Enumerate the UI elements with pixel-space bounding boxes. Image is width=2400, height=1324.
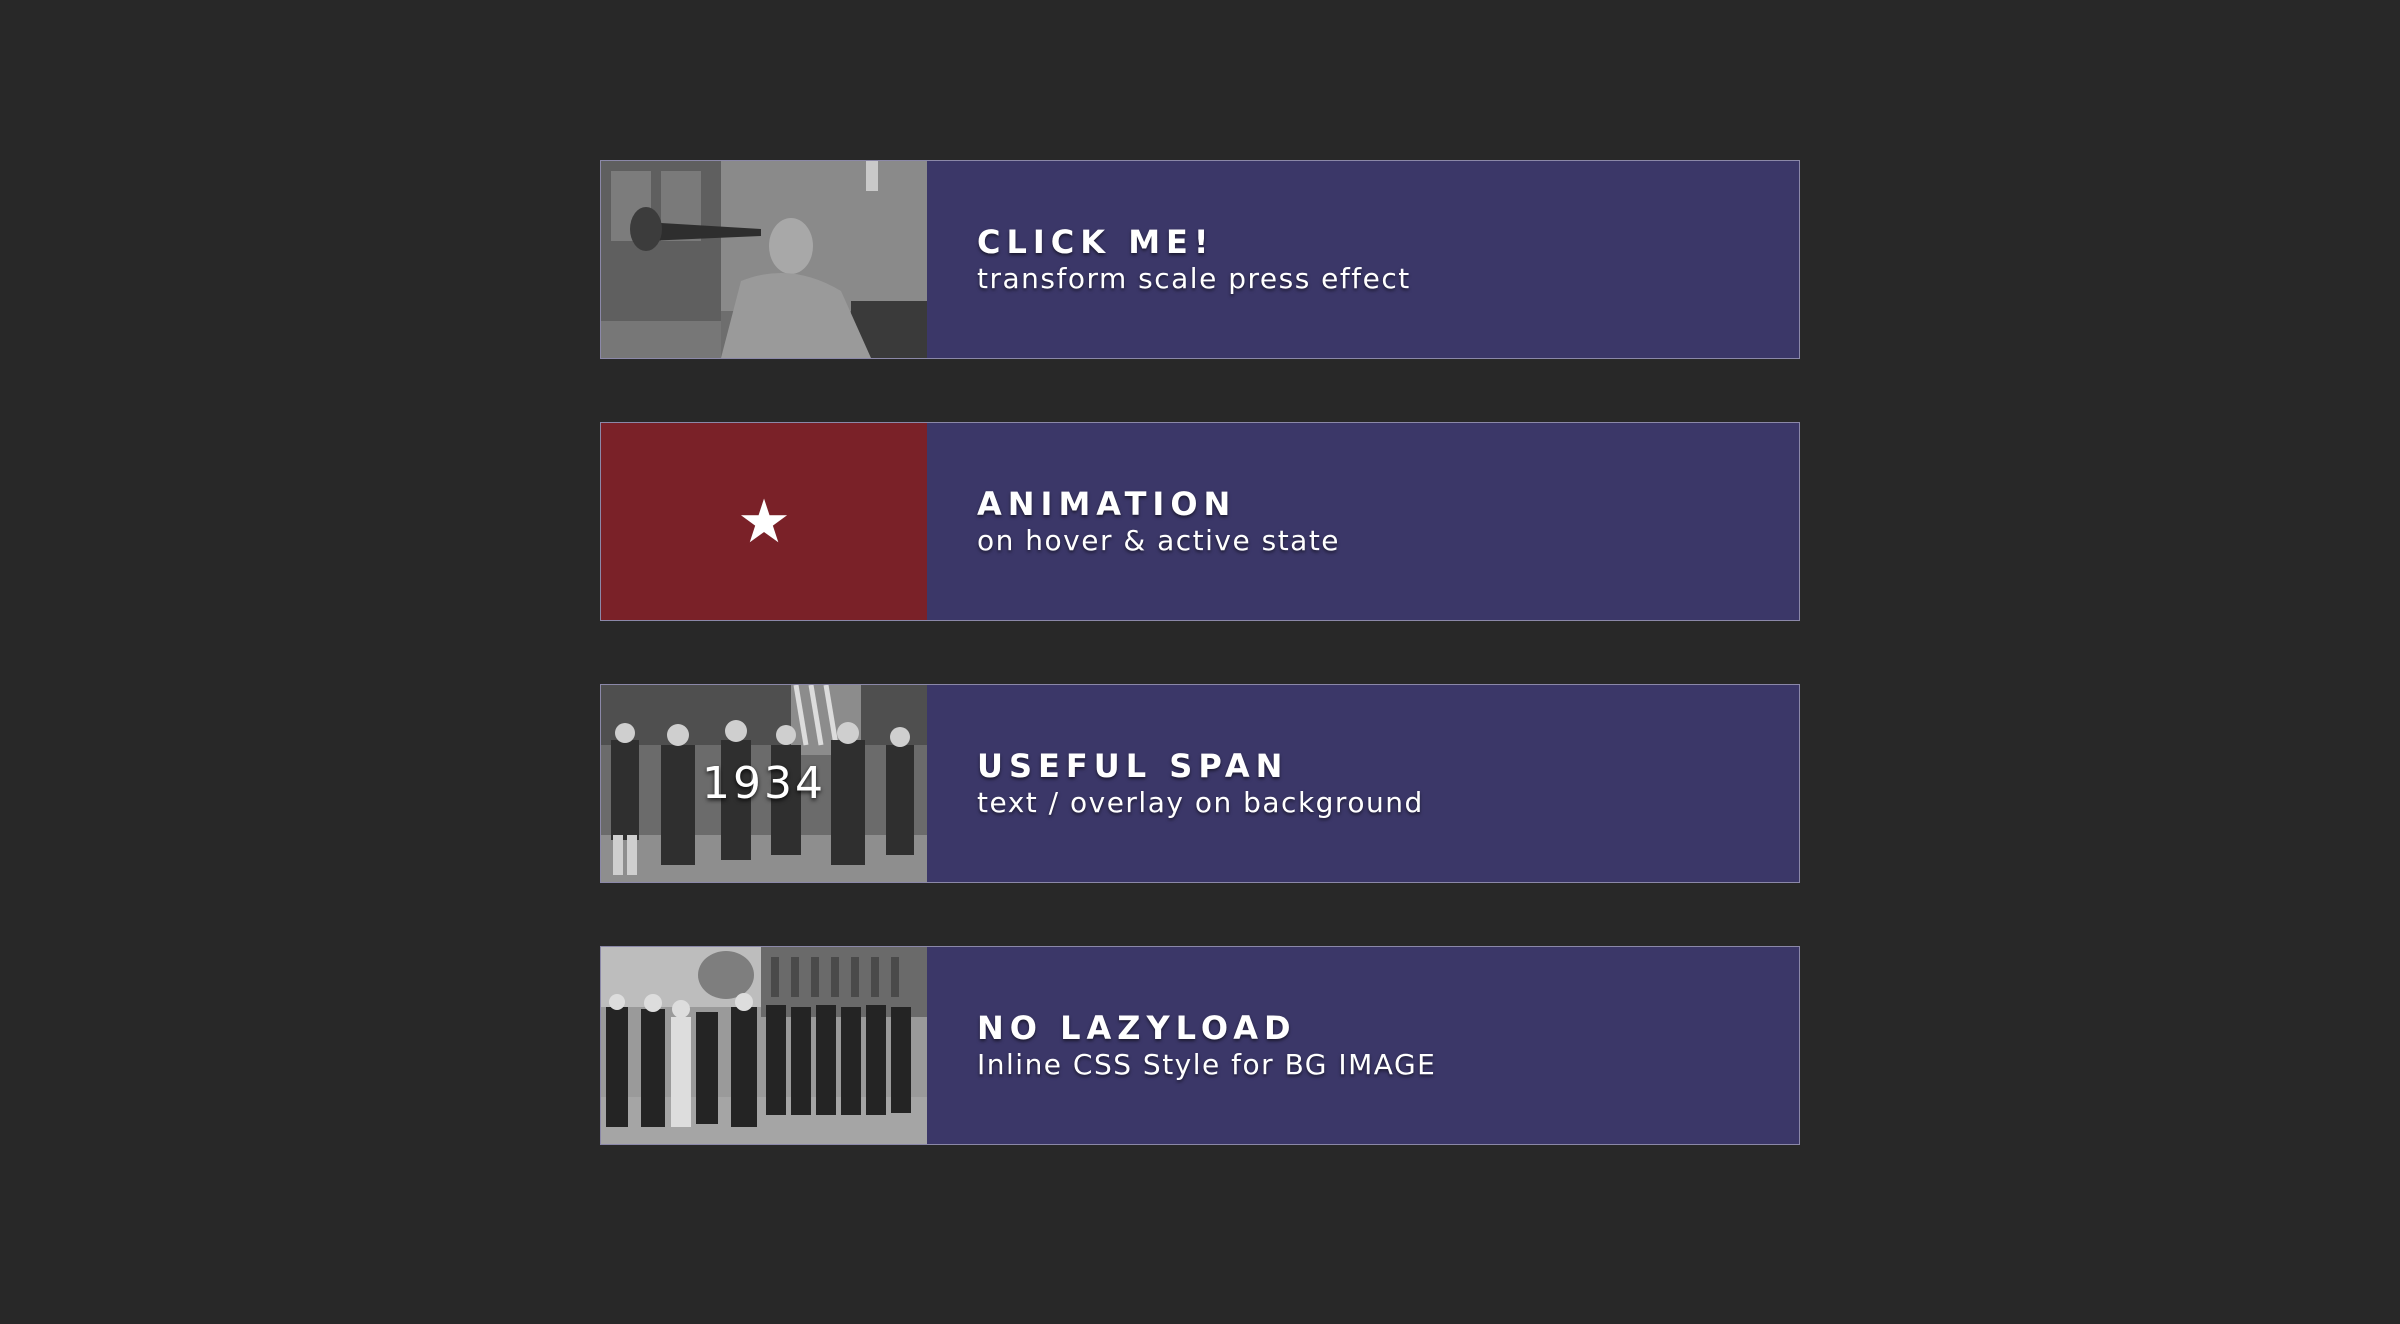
card-subtitle: transform scale press effect <box>977 261 1411 295</box>
card-text: NO LAZYLOAD Inline CSS Style for BG IMAG… <box>927 947 1436 1144</box>
card-click-me[interactable]: CLICK ME! transform scale press effect <box>600 160 1800 359</box>
card-animation[interactable]: ★ ANIMATION on hover & active state <box>600 422 1800 621</box>
card-title: ANIMATION <box>977 484 1237 523</box>
year-overlay: 1934 <box>702 758 826 809</box>
card-text: USEFUL SPAN text / overlay on background <box>927 685 1424 882</box>
march-photo <box>601 947 927 1144</box>
card-list: CLICK ME! transform scale press effect ★… <box>600 160 1800 1145</box>
card-thumbnail: ★ <box>601 423 927 620</box>
star-icon: ★ <box>737 486 791 557</box>
card-text: ANIMATION on hover & active state <box>927 423 1340 620</box>
card-thumbnail <box>601 947 927 1144</box>
card-thumbnail: 1934 <box>601 685 927 882</box>
card-text: CLICK ME! transform scale press effect <box>927 161 1411 358</box>
card-subtitle: Inline CSS Style for BG IMAGE <box>977 1047 1437 1081</box>
card-no-lazyload[interactable]: NO LAZYLOAD Inline CSS Style for BG IMAG… <box>600 946 1800 1145</box>
card-useful-span[interactable]: 1934 USEFUL SPAN text / overlay on backg… <box>600 684 1800 883</box>
card-title: CLICK ME! <box>977 222 1215 261</box>
card-title: NO LAZYLOAD <box>977 1008 1297 1047</box>
card-thumbnail <box>601 161 927 358</box>
trumpeter-photo <box>601 161 927 358</box>
card-subtitle: on hover & active state <box>977 523 1341 557</box>
card-title: USEFUL SPAN <box>977 746 1289 785</box>
card-subtitle: text / overlay on background <box>977 785 1424 819</box>
